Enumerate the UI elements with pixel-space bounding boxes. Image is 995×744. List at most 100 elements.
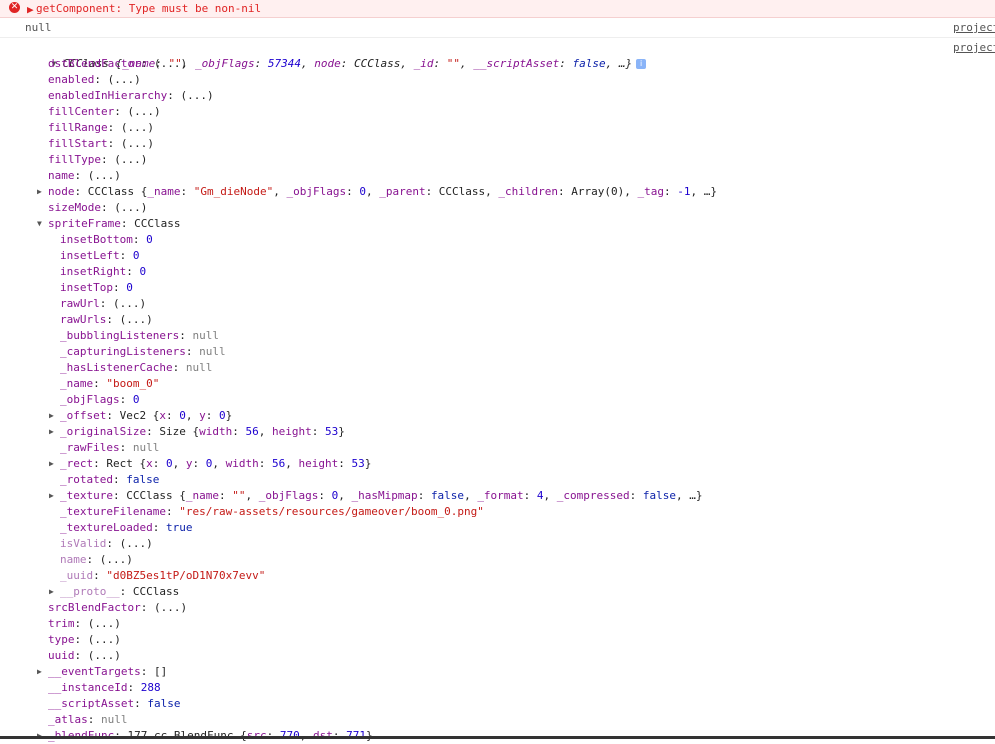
- value-token: ,: [300, 57, 315, 70]
- property-row-proto[interactable]: ▶ __proto__: CCClass: [49, 584, 179, 600]
- expand-error-triangle-icon[interactable]: ▶: [27, 3, 34, 16]
- property-key: _uuid: [60, 569, 94, 582]
- property-row-node[interactable]: ▶ node: CCClass {_name: "Gm_dieNode", _ob…: [37, 184, 717, 200]
- property-value: CCClass {_name: "", _objFlags: 0, _hasMi…: [126, 489, 702, 502]
- value-token: :: [338, 457, 352, 470]
- property-row-rawfiles: _rawFiles: null: [49, 440, 159, 456]
- value-token: ,: [365, 185, 380, 198]
- collapsed-triangle-icon[interactable]: ▶: [49, 488, 60, 504]
- value-token: (...): [107, 73, 141, 86]
- value-token: :: [165, 409, 180, 422]
- expanded-triangle-icon[interactable]: ▼: [37, 216, 48, 232]
- collapsed-triangle-icon[interactable]: ▶: [37, 664, 48, 680]
- value-token: : CCClass,: [425, 185, 499, 198]
- value-token: 57344: [267, 57, 301, 70]
- property-value: 0: [133, 249, 140, 262]
- property-value: null: [199, 345, 226, 358]
- key-separator: :: [119, 441, 133, 454]
- property-key: type: [48, 633, 75, 646]
- property-key: _rawFiles: [60, 441, 120, 454]
- key-separator: :: [119, 585, 133, 598]
- key-separator: :: [93, 569, 107, 582]
- property-value: Size {width: 56, height: 53}: [159, 425, 345, 438]
- value-token: _compressed: [556, 489, 630, 502]
- key-separator: :: [107, 137, 121, 150]
- property-value: 0: [146, 233, 153, 246]
- key-separator: :: [106, 537, 120, 550]
- null-log-source-link[interactable]: project: [953, 21, 995, 34]
- property-row-fillrange: fillRange: (...): [37, 120, 154, 136]
- value-token: ,: [185, 409, 200, 422]
- value-token: (...): [87, 633, 121, 646]
- property-row-spriteframe[interactable]: ▼ spriteFrame: CCClass: [37, 216, 180, 232]
- key-separator: :: [107, 121, 121, 134]
- value-token: false: [642, 489, 677, 502]
- collapsed-triangle-icon[interactable]: ▶: [49, 408, 60, 424]
- key-separator: :: [112, 473, 127, 486]
- key-separator: :: [74, 617, 88, 630]
- property-row-textureloaded: _textureLoaded: true: [49, 520, 192, 536]
- value-token: 0: [132, 393, 140, 406]
- property-row-insetright: insetRight: 0: [49, 264, 146, 280]
- property-row-rect[interactable]: ▶ _rect: Rect {x: 0, y: 0, width: 56, hei…: [49, 456, 371, 472]
- object-log-source-link[interactable]: project: [953, 40, 995, 56]
- property-row-haslistenercache: _hasListenerCache: null: [49, 360, 212, 376]
- value-token: 0: [139, 265, 147, 278]
- collapsed-triangle-icon[interactable]: ▶: [49, 584, 60, 600]
- key-separator: :: [165, 505, 180, 518]
- value-token: null: [132, 441, 160, 454]
- property-key: uuid: [48, 649, 75, 662]
- value-token: (...): [114, 201, 148, 214]
- key-separator: :: [93, 457, 107, 470]
- value-token: 53: [351, 457, 365, 470]
- property-value: (...): [88, 169, 121, 182]
- property-row-uuid: _uuid: "d0BZ5es1tP/oD1N70x7evv": [49, 568, 265, 584]
- key-separator: :: [140, 57, 154, 70]
- property-value: (...): [154, 601, 187, 614]
- value-token: _objFlags: [286, 185, 347, 198]
- property-row-fillstart: fillStart: (...): [37, 136, 154, 152]
- value-token: _children: [498, 185, 559, 198]
- key-separator: :: [100, 201, 115, 214]
- property-key: node: [48, 185, 75, 198]
- value-token: null: [199, 345, 226, 358]
- value-token: y: [185, 457, 193, 470]
- value-token: , …}: [676, 489, 703, 502]
- property-value: (...): [121, 137, 154, 150]
- value-token: "": [446, 57, 460, 70]
- collapsed-triangle-icon[interactable]: ▶: [37, 184, 48, 200]
- value-token: (...): [119, 313, 153, 326]
- value-token: 0: [126, 281, 133, 294]
- value-token: (...): [153, 57, 188, 70]
- value-token: _tag: [637, 185, 665, 198]
- info-icon[interactable]: i: [636, 59, 647, 69]
- property-value: 0: [133, 393, 140, 406]
- object-summary-line[interactable]: ▼ CCClass {_name: "", _objFlags: 57344, n…: [25, 40, 647, 70]
- property-row-trim: trim: (...): [37, 616, 121, 632]
- collapsed-triangle-icon[interactable]: ▶: [49, 456, 60, 472]
- property-value: (...): [120, 537, 153, 550]
- property-key: sizeMode: [48, 201, 101, 214]
- property-row-originalsize[interactable]: ▶ _originalSize: Size {width: 56, height:…: [49, 424, 345, 440]
- value-token: 56: [272, 457, 286, 470]
- property-row-texturefilename: _textureFilename: "res/raw-assets/resour…: [49, 504, 484, 520]
- error-text: getComponent: Type must be non-nil: [36, 2, 262, 15]
- property-row-eventtargets[interactable]: ▶ __eventTargets: []: [37, 664, 167, 680]
- key-separator: :: [93, 377, 107, 390]
- property-key: rawUrls: [60, 313, 107, 326]
- value-token: _objFlags: [258, 489, 319, 502]
- property-key: __eventTargets: [48, 665, 141, 678]
- property-value: Rect {x: 0, y: 0, width: 56, height: 53}: [106, 457, 371, 470]
- property-row-offset[interactable]: ▶ _offset: Vec2 {x: 0, y: 0}: [49, 408, 232, 424]
- value-token: null: [192, 329, 219, 342]
- value-token: :: [318, 489, 332, 502]
- property-row-name: name: (...): [49, 552, 133, 568]
- value-token: "": [232, 489, 246, 502]
- property-row-texture[interactable]: ▶ _texture: CCClass {_name: "", _objFlags…: [49, 488, 703, 504]
- value-token: "Gm_dieNode": [193, 185, 274, 198]
- value-token: ,: [543, 489, 557, 502]
- property-row-uuid: uuid: (...): [37, 648, 121, 664]
- value-token: 0: [166, 457, 173, 470]
- collapsed-triangle-icon[interactable]: ▶: [49, 424, 60, 440]
- value-token: (...): [180, 89, 214, 102]
